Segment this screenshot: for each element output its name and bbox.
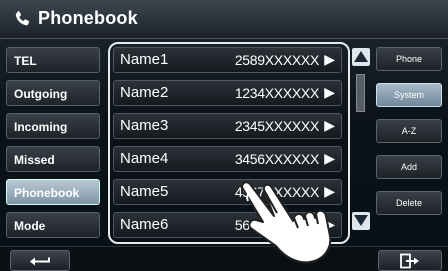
phone-button[interactable]: Phone — [376, 47, 442, 71]
scroll-down-button[interactable] — [352, 212, 370, 230]
phone-icon — [15, 11, 30, 26]
contact-name: Name3 — [120, 117, 169, 134]
scrollbar[interactable] — [352, 48, 370, 232]
triangle-down-icon — [354, 215, 368, 226]
title-bar: Phonebook — [0, 0, 448, 39]
a-z-button[interactable]: A-Z — [376, 119, 442, 143]
contact-name: Name6 — [120, 216, 169, 233]
contact-number: 3456XXXXXX — [234, 151, 319, 167]
contact-name: Name4 — [120, 150, 169, 167]
chevron-right-icon: ▶ — [324, 150, 335, 166]
exit-icon — [400, 253, 419, 268]
bottom-bar — [0, 246, 448, 271]
phonebook-screen: Phonebook TEL Outgoing Incoming Missed P… — [0, 0, 448, 271]
back-arrow-icon — [30, 257, 50, 265]
contact-number: 2345XXXXXX — [234, 118, 319, 134]
menu-item-missed[interactable]: Missed — [6, 146, 100, 172]
triangle-up-icon — [354, 51, 368, 62]
right-panel: Phone System A-Z Add Delete — [376, 47, 442, 227]
contact-number: 1234XXXXXX — [234, 85, 319, 101]
chevron-right-icon: ▶ — [324, 51, 335, 67]
page-title: Phonebook — [38, 8, 138, 28]
contact-row[interactable]: Name4 3456XXXXXX ▶ — [113, 146, 342, 172]
menu-item-phonebook[interactable]: Phonebook — [6, 179, 100, 205]
menu-item-incoming[interactable]: Incoming — [6, 113, 100, 139]
menu-item-mode[interactable]: Mode — [6, 212, 100, 238]
contact-row[interactable]: Name1 2589XXXXXX ▶ — [113, 47, 342, 73]
contact-row[interactable]: Name2 1234XXXXXX ▶ — [113, 80, 342, 106]
left-menu: TEL Outgoing Incoming Missed Phonebook M… — [6, 47, 100, 245]
back-button[interactable] — [10, 250, 70, 271]
exit-button[interactable] — [378, 250, 442, 271]
touch-hand-icon — [241, 181, 332, 264]
menu-item-outgoing[interactable]: Outgoing — [6, 80, 100, 106]
contact-number: 2589XXXXXX — [234, 52, 319, 68]
contact-row[interactable]: Name3 2345XXXXXX ▶ — [113, 113, 342, 139]
contact-name: Name1 — [120, 51, 169, 68]
add-button[interactable]: Add — [376, 155, 442, 179]
contact-name: Name5 — [120, 183, 169, 200]
delete-button[interactable]: Delete — [376, 191, 442, 215]
chevron-right-icon: ▶ — [324, 117, 335, 133]
chevron-right-icon: ▶ — [324, 84, 335, 100]
menu-item-tel[interactable]: TEL — [6, 47, 100, 73]
scroll-thumb[interactable] — [356, 74, 365, 112]
contact-name: Name2 — [120, 84, 169, 101]
system-button[interactable]: System — [376, 83, 442, 107]
scroll-up-button[interactable] — [352, 48, 370, 66]
